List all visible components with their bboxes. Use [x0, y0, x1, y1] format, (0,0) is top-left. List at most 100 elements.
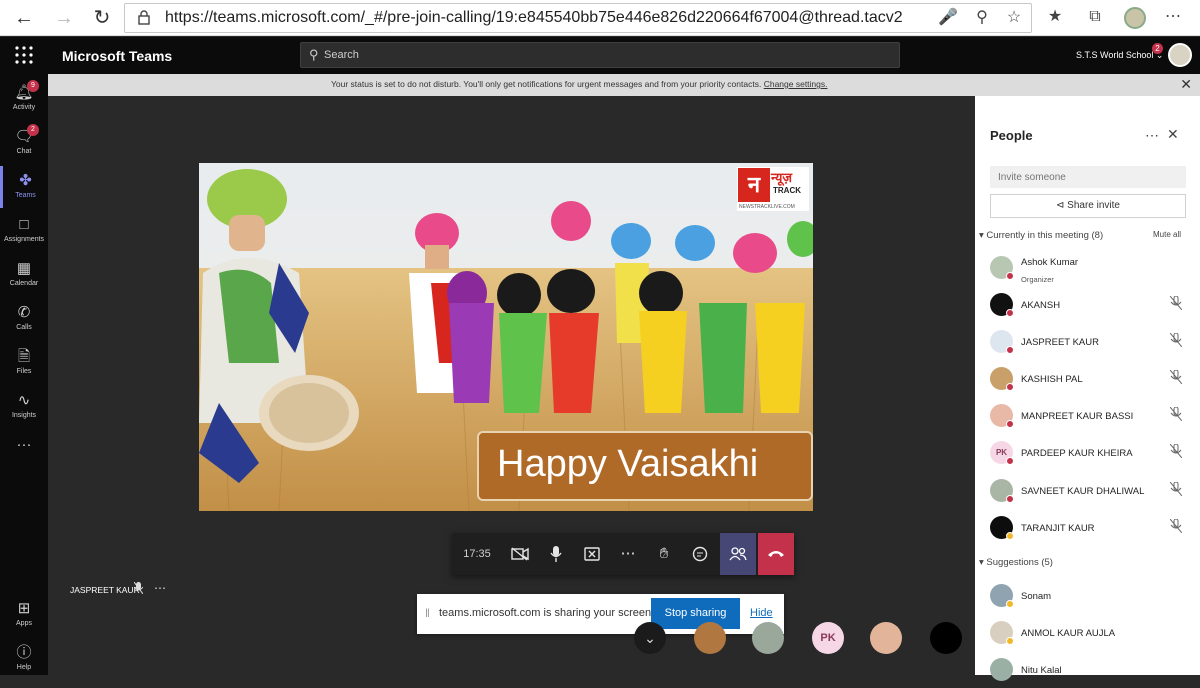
share-invite-label: Share invite [1067, 200, 1120, 211]
stop-sharing-button[interactable]: Stop sharing [651, 598, 740, 629]
close-icon[interactable]: ✕ [1180, 76, 1192, 93]
rail-item-help[interactable]: ⓘ Help [0, 638, 48, 680]
status-dot [1006, 309, 1014, 317]
chat-button[interactable] [682, 533, 718, 575]
avatar[interactable] [870, 622, 902, 654]
suggestion-row[interactable]: ANMOL KAUR AUJLA [990, 621, 1190, 651]
rail-item-activity[interactable]: 🔔︎ Activity 9 [0, 78, 48, 120]
chat-badge: 2 [27, 124, 39, 136]
participant-name: JASPREET KAUR [1021, 337, 1099, 348]
insights-icon: ∿ [17, 392, 31, 409]
collections-icon[interactable]: ⧉ [1084, 6, 1106, 28]
share-tray-button[interactable] [574, 533, 610, 575]
favorites-icon[interactable]: ★ [1044, 6, 1066, 28]
microphone-button[interactable] [538, 533, 574, 575]
people-panel: People ⋯ ✕ ⊲ Share invite ▾ Currently in… [975, 96, 1200, 681]
stop-share-icon [584, 547, 600, 561]
participant-row[interactable]: Ashok Kumar Organizer [990, 256, 1190, 286]
current-participants-header[interactable]: ▾ Currently in this meeting (8) [979, 230, 1103, 241]
participant-row[interactable]: JASPREET KAUR [990, 330, 1190, 360]
greeting-card: Happy Vaisakhi [477, 431, 813, 501]
suggestion-row[interactable]: Sonam [990, 584, 1190, 614]
suggestions-header[interactable]: ▾ Suggestions (5) [979, 557, 1053, 568]
status-dot [1006, 600, 1014, 608]
hide-link[interactable]: Hide [750, 607, 773, 619]
profile-avatar[interactable] [1168, 43, 1192, 67]
back-icon[interactable]: ← [12, 6, 36, 30]
avatar[interactable]: PK [812, 622, 844, 654]
screen-share-notification: ‖ teams.microsoft.com is sharing your sc… [417, 594, 784, 634]
avatar[interactable] [930, 622, 962, 654]
close-icon[interactable]: ✕ [1167, 126, 1179, 143]
rail-label: Teams [15, 192, 36, 199]
suggestion-row[interactable]: Nitu Kalal [990, 658, 1190, 688]
participant-row[interactable]: MANPREET KAUR BASSI [990, 404, 1190, 434]
rail-item-files[interactable]: 🗎︎ Files [0, 342, 48, 384]
address-bar[interactable]: https://teams.microsoft.com/_#/pre-join-… [124, 3, 1032, 33]
browser-toolbar: ← → ↻ https://teams.microsoft.com/_#/pre… [0, 0, 1200, 36]
rail-label: Files [16, 368, 32, 375]
browser-profile-avatar[interactable] [1124, 7, 1146, 29]
meeting-stage: न न्यूज़ TRACK NEWSTRACKLIVE.COM Happy V… [48, 96, 975, 675]
logo-track-text: TRACK [773, 186, 801, 195]
status-dot [1006, 532, 1014, 540]
rail-label: Calendar [9, 280, 39, 287]
raise-hand-button[interactable]: ✋︎ [646, 533, 682, 575]
people-icon [729, 547, 747, 561]
mic-off-icon[interactable] [1169, 295, 1184, 312]
drag-handle-icon[interactable]: ‖ [425, 606, 430, 620]
status-dot [1006, 272, 1014, 280]
org-switcher[interactable]: S.T.S World School ⌄ [1076, 50, 1163, 61]
mic-off-icon[interactable] [1169, 332, 1184, 349]
status-banner: Your status is set to do not disturb. Yo… [48, 74, 1200, 96]
participant-row[interactable]: PK PARDEEP KAUR KHEIRA [990, 441, 1190, 471]
rail-item-calls[interactable]: ✆ Calls [0, 298, 48, 340]
rail-item-teams[interactable]: ✤ Teams [0, 166, 48, 208]
add-favorite-icon[interactable]: ☆ [1003, 7, 1025, 29]
participant-row[interactable]: KASHISH PAL [990, 367, 1190, 397]
chevron-down-icon: ▾ [979, 557, 984, 568]
camera-off-icon [511, 547, 529, 561]
call-timer: 17:35 [463, 548, 491, 560]
participant-row[interactable]: AKANSH [990, 293, 1190, 323]
rail-label: Activity [12, 104, 36, 111]
rail-item-insights[interactable]: ∿ Insights [0, 386, 48, 428]
mute-all-button[interactable]: Mute all [1153, 230, 1181, 239]
app-launcher-icon[interactable] [14, 45, 34, 65]
participants-button[interactable] [720, 533, 756, 575]
rail-item-chat[interactable]: 🗨︎ Chat 2 [0, 122, 48, 164]
avatar[interactable]: ⌄ [634, 622, 666, 654]
zoom-icon[interactable]: ⚲ [971, 7, 993, 29]
rail-more-button[interactable]: ··· [0, 430, 48, 454]
mic-off-icon[interactable] [1169, 481, 1184, 498]
more-options-icon[interactable]: ⋯ [1145, 127, 1159, 144]
self-more-icon[interactable]: ⋯ [154, 581, 166, 595]
mic-off-icon[interactable] [1169, 369, 1184, 386]
search-icon: ⚲ [309, 47, 319, 62]
avatar[interactable] [752, 622, 784, 654]
participant-row[interactable]: TARANJIT KAUR [990, 516, 1190, 546]
leave-call-button[interactable] [758, 533, 794, 575]
more-actions-button[interactable]: ⋯ [610, 533, 646, 575]
more-menu-icon[interactable]: ⋯ [1162, 6, 1184, 28]
mic-off-icon[interactable] [1169, 406, 1184, 423]
rail-item-calendar[interactable]: ▦ Calendar [0, 254, 48, 296]
participant-row[interactable]: SAVNEET KAUR DHALIWAL [990, 479, 1190, 509]
participant-name: MANPREET KAUR BASSI [1021, 411, 1134, 422]
mic-off-icon[interactable] [1169, 443, 1184, 460]
invite-input[interactable] [990, 166, 1186, 188]
status-dot [1006, 457, 1014, 465]
search-input[interactable]: ⚲ Search [300, 42, 900, 68]
rail-item-apps[interactable]: ⊞ Apps [0, 594, 48, 636]
share-invite-button[interactable]: ⊲ Share invite [990, 194, 1186, 218]
camera-off-button[interactable] [502, 533, 538, 575]
forward-icon[interactable]: → [52, 6, 76, 30]
more-icon: ⋯ [620, 545, 636, 562]
change-settings-link[interactable]: Change settings. [764, 79, 828, 89]
avatar[interactable] [694, 622, 726, 654]
bell-icon: 🔔︎ [14, 84, 34, 101]
microphone-icon[interactable]: 🎤 [937, 7, 959, 29]
mic-off-icon[interactable] [1169, 518, 1184, 535]
refresh-icon[interactable]: ↻ [90, 6, 114, 30]
rail-item-assignments[interactable]: □ Assignments [0, 210, 48, 252]
